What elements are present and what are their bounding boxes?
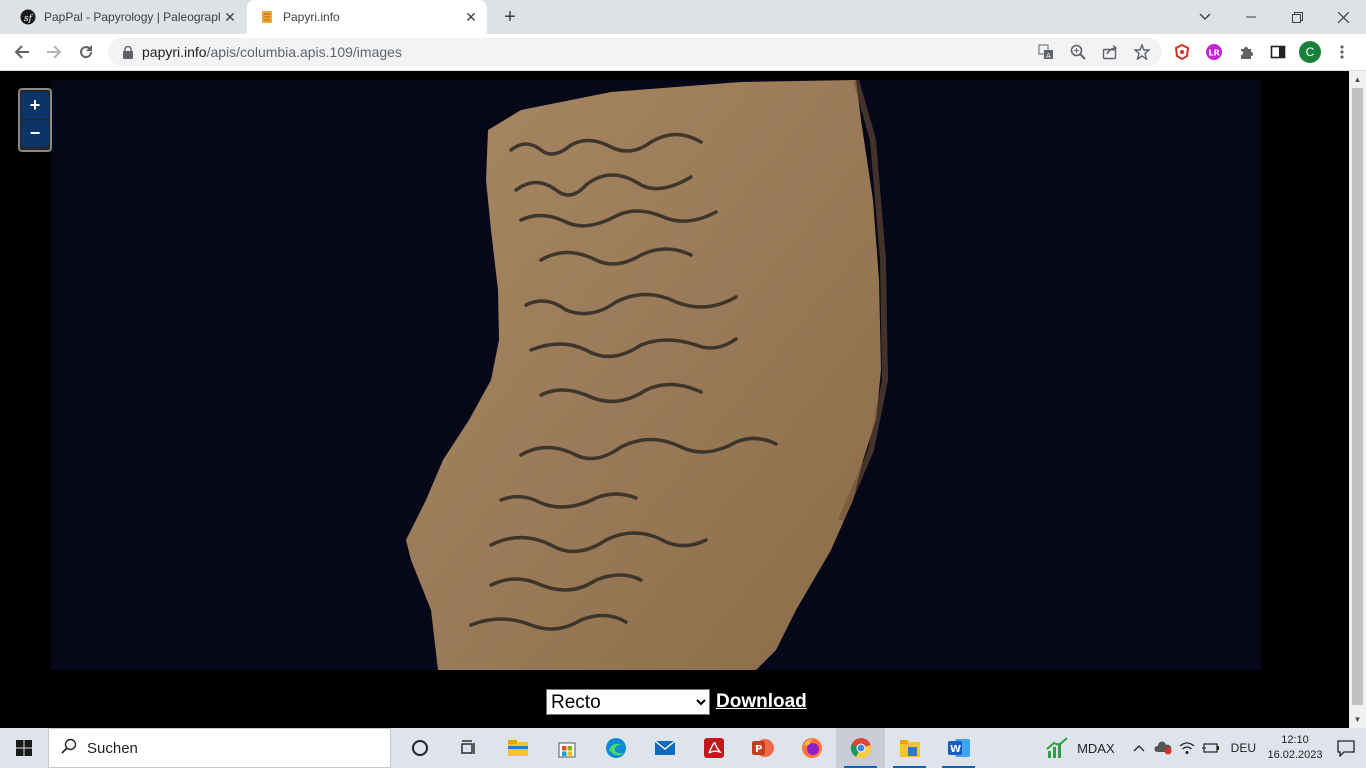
show-hidden-icons-chevron-icon[interactable] [1127,728,1151,768]
wifi-icon[interactable] [1175,728,1199,768]
profile-initial: C [1299,41,1321,63]
tab-strip: sf PapPal - Papyrology | Paleography ✕ P… [0,0,1366,34]
bookmark-star-icon[interactable] [1128,38,1156,66]
tab-close-icon[interactable]: ✕ [461,7,481,27]
powerpoint-icon[interactable]: P [738,728,787,768]
taskbar-search-input[interactable]: Suchen [48,728,391,768]
mail-icon[interactable] [640,728,689,768]
system-clock[interactable]: 12:10 16.02.2023 [1264,733,1326,763]
windows-start-icon[interactable] [0,728,48,768]
url-path: /apis/columbia.apis.109/images [206,44,402,60]
side-panel-icon[interactable] [1264,38,1292,66]
folder-icon[interactable] [885,728,934,768]
zoom-magnifier-icon[interactable] [1064,38,1092,66]
restore-button[interactable] [1274,0,1320,34]
acrobat-icon[interactable] [689,728,738,768]
back-arrow-icon[interactable] [8,38,36,66]
papyrus-image-viewer[interactable]: + − [18,79,1261,670]
svg-text:W: W [950,744,961,755]
page-viewport: + − Recto Verso Download [0,71,1349,728]
scroll-icon [259,9,275,25]
vertical-scrollbar[interactable]: ▲ ▼ [1349,71,1366,728]
address-bar[interactable]: papyri.info/apis/columbia.apis.109/image… [108,38,1162,66]
cloud-error-icon[interactable] [1151,728,1175,768]
extension-lr-icon[interactable]: LR [1200,38,1228,66]
tab-pappal[interactable]: sf PapPal - Papyrology | Paleography ✕ [8,0,246,34]
firefox-icon[interactable] [787,728,836,768]
chart-up-icon [1046,737,1068,758]
file-explorer-icon[interactable] [493,728,542,768]
forward-arrow-icon[interactable] [40,38,68,66]
ostracon-image [406,79,889,670]
svg-text:A: A [1046,52,1051,60]
stock-ticker-widget[interactable]: MDAX [1045,737,1115,759]
svg-text:LR: LR [1209,49,1220,58]
sf-icon: sf [20,9,36,25]
side-select[interactable]: Recto Verso [546,689,710,715]
search-placeholder: Suchen [87,739,138,757]
lock-icon[interactable] [120,44,136,60]
puzzle-extensions-icon[interactable] [1232,38,1260,66]
chrome-icon[interactable] [836,728,885,768]
store-icon[interactable] [542,728,591,768]
search-icon [61,738,77,758]
notification-center-icon[interactable] [1326,728,1366,768]
windows-taskbar: Suchen P W MDAX DEU 12:10 16.02.2023 [0,728,1366,768]
word-icon[interactable]: W [934,728,983,768]
kebab-menu-icon[interactable] [1328,38,1356,66]
image-controls: Recto Verso Download [546,689,807,715]
new-tab-button[interactable]: + [498,5,522,29]
cortana-icon[interactable] [395,728,444,768]
extension-red-icon[interactable] [1168,38,1196,66]
translate-icon[interactable]: A [1032,38,1060,66]
close-window-button[interactable] [1320,0,1366,34]
input-language-indicator[interactable]: DEU [1231,741,1256,755]
scroll-up-arrow-icon[interactable]: ▲ [1349,71,1366,88]
browser-toolbar: papyri.info/apis/columbia.apis.109/image… [0,34,1366,71]
profile-avatar[interactable]: C [1296,38,1324,66]
edge-icon[interactable] [591,728,640,768]
zoom-out-button[interactable]: − [21,120,49,147]
minimize-button[interactable] [1228,0,1274,34]
svg-text:P: P [755,744,762,755]
share-icon[interactable] [1096,38,1124,66]
scroll-thumb[interactable] [1352,88,1363,705]
download-link[interactable]: Download [716,691,807,713]
clock-time: 12:10 [1281,734,1309,746]
zoom-control: + − [18,88,52,152]
scroll-down-arrow-icon[interactable]: ▼ [1349,711,1366,728]
tab-title: Papyri.info [283,10,340,24]
tab-papyri-info[interactable]: Papyri.info ✕ [247,0,487,34]
clock-date: 16.02.2023 [1267,749,1323,761]
task-view-icon[interactable] [444,728,493,768]
url-text: papyri.info/apis/columbia.apis.109/image… [142,44,402,60]
zoom-in-button[interactable]: + [21,92,49,119]
url-host: papyri.info [142,44,207,60]
ticker-label: MDAX [1077,740,1115,756]
tab-close-icon[interactable]: ✕ [220,7,240,27]
tab-title: PapPal - Papyrology | Paleography [44,10,220,24]
battery-plug-icon[interactable] [1199,728,1223,768]
tab-search-chevron-icon[interactable] [1190,0,1220,34]
reload-icon[interactable] [72,38,100,66]
